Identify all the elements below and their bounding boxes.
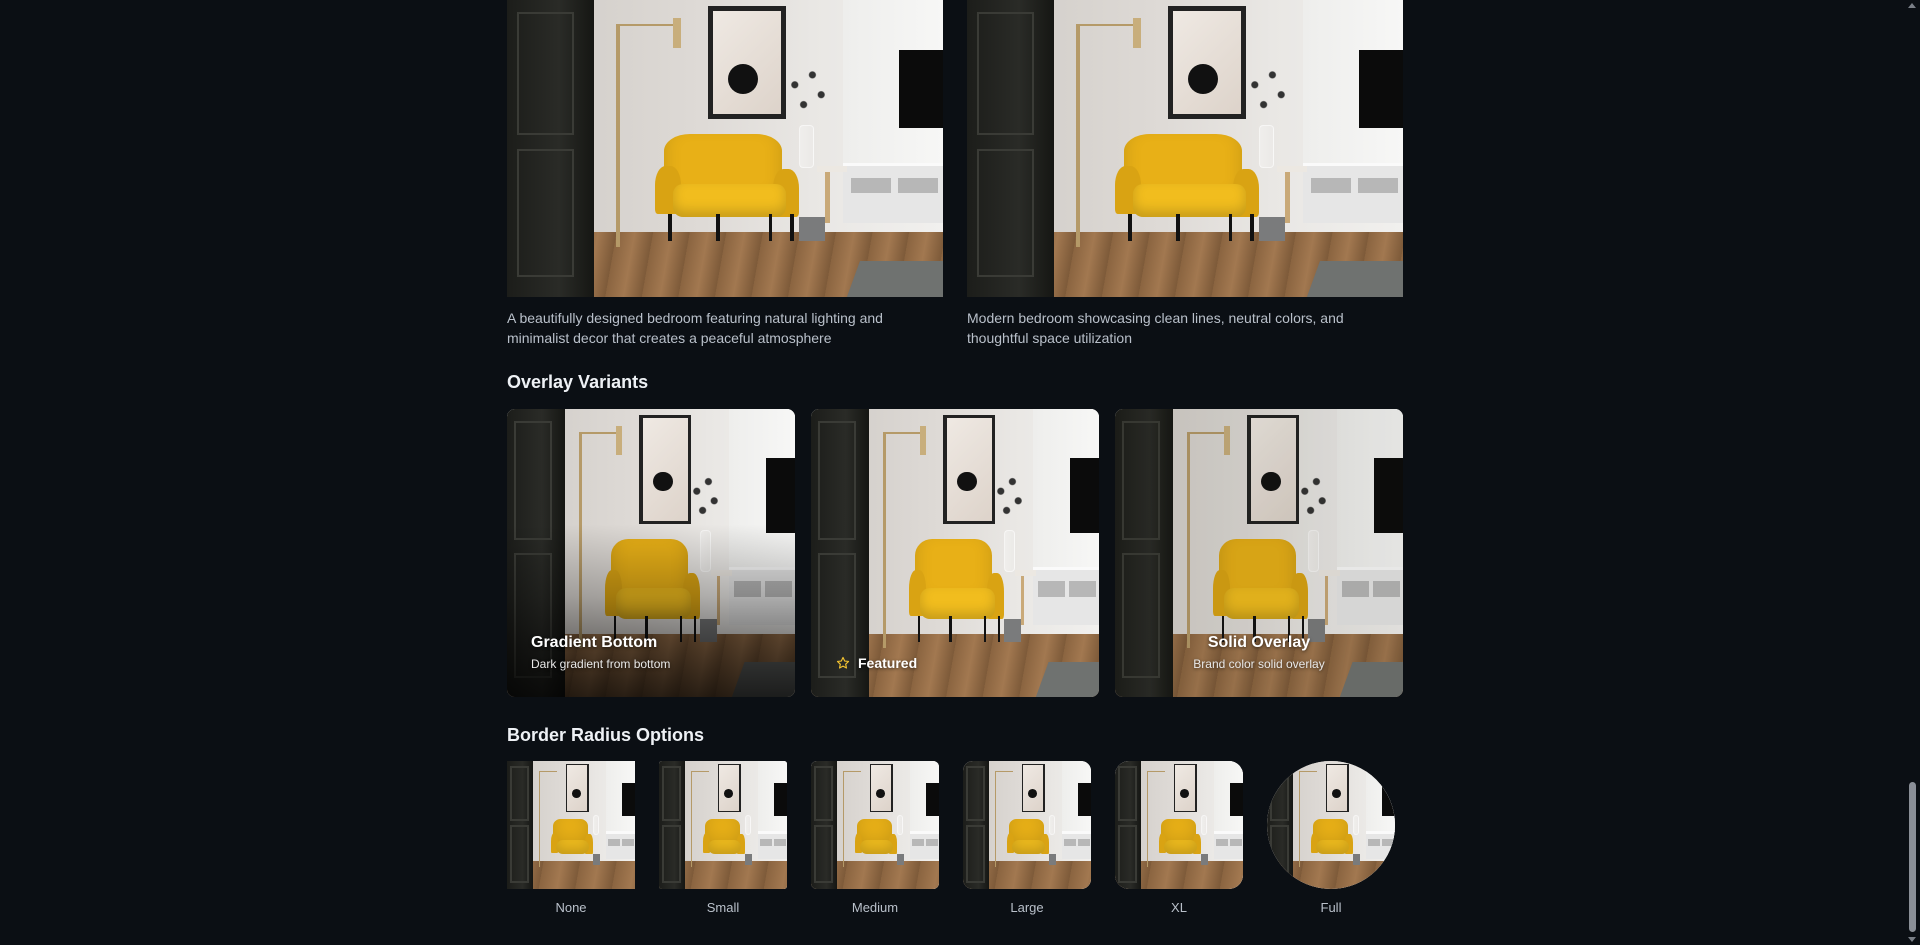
room-image [1115,761,1243,889]
overlay-subtitle: Dark gradient from bottom [531,657,671,671]
overlay-text: Solid Overlay Brand color solid overlay [1115,633,1403,671]
scrollbar-thumb[interactable] [1909,782,1916,932]
overlay-subtitle: Brand color solid overlay [1193,657,1325,671]
room-image [659,761,787,889]
radius-option-small[interactable]: Small [659,761,787,915]
room-image [811,761,939,889]
radius-label: Large [1010,900,1044,915]
radius-option-large[interactable]: Large [963,761,1091,915]
radius-option-xl[interactable]: XL [1115,761,1243,915]
star-icon [836,656,850,669]
radius-label: Small [706,900,740,915]
overlay-card-gradient[interactable]: Gradient Bottom Dark gradient from botto… [507,409,795,697]
image-card[interactable]: Modern bedroom showcasing clean lines, n… [967,0,1403,348]
radius-label: None [555,900,587,915]
scroll-up-arrow-icon[interactable] [1908,3,1916,8]
room-image [507,0,943,297]
radius-option-medium[interactable]: Medium [811,761,939,915]
radius-label: Full [1320,900,1342,915]
overlay-text: Gradient Bottom Dark gradient from botto… [531,633,670,671]
room-image [811,409,1099,697]
page-scrollbar[interactable] [1905,0,1920,945]
radius-label: Medium [851,900,899,915]
border-radius-row: None Small Medium Large XL Full [507,761,1395,915]
featured-badge: Featured [836,655,917,671]
radius-option-full[interactable]: Full [1267,761,1395,915]
scroll-down-arrow-icon[interactable] [1908,937,1916,942]
room-image [507,761,635,889]
radius-label: XL [1171,900,1187,915]
image-card-row: A beautifully designed bedroom featuring… [507,0,1403,348]
featured-label: Featured [858,655,918,671]
radius-option-none[interactable]: None [507,761,635,915]
section-title-border-radius: Border Radius Options [507,725,705,745]
room-image [1267,761,1395,889]
overlay-card-featured[interactable]: Featured [811,409,1099,697]
overlay-card-solid[interactable]: Solid Overlay Brand color solid overlay [1115,409,1403,697]
overlay-variants-row: Gradient Bottom Dark gradient from botto… [507,409,1403,697]
overlay-title: Gradient Bottom [531,634,658,651]
overlay-title: Solid Overlay [1207,634,1311,651]
image-caption: A beautifully designed bedroom featuring… [507,310,883,346]
room-image [963,761,1091,889]
room-image [967,0,1403,297]
image-caption: Modern bedroom showcasing clean lines, n… [967,310,1344,346]
section-title-overlay-variants: Overlay Variants [507,372,649,392]
image-card[interactable]: A beautifully designed bedroom featuring… [507,0,943,348]
